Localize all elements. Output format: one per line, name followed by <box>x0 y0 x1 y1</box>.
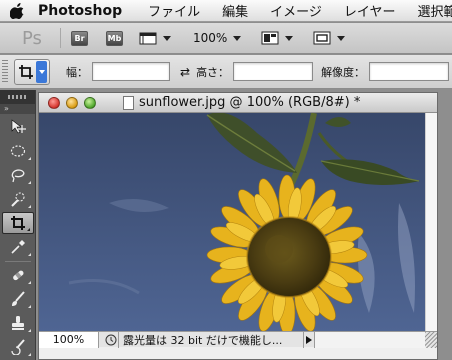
tool-preset-picker[interactable] <box>14 58 50 85</box>
width-input[interactable] <box>92 62 170 81</box>
brush-icon <box>11 291 25 306</box>
spot-healing-tool[interactable] <box>2 264 34 286</box>
height-input[interactable] <box>233 62 314 81</box>
crop-icon <box>10 216 25 230</box>
options-bar: 幅： ⇄ 高さ： 解像度： <box>0 55 452 89</box>
close-window-button[interactable] <box>48 96 60 109</box>
eyedropper-icon <box>10 240 25 254</box>
move-icon <box>11 119 26 134</box>
status-bar: 100% 露光量は 32 bit だけで機能し... <box>39 331 437 348</box>
tools-panel-header[interactable] <box>0 90 35 104</box>
document-title: sunflower.jpg @ 100% (RGB/8#) * <box>139 95 361 110</box>
chevron-down-icon <box>337 35 346 41</box>
lasso-icon <box>11 169 24 183</box>
resize-handle[interactable] <box>425 331 437 348</box>
collapse-panel-icon[interactable]: » <box>0 104 35 114</box>
eyedropper-tool[interactable] <box>2 236 34 258</box>
document-title-bar[interactable]: sunflower.jpg @ 100% (RGB/8#) * <box>39 93 437 113</box>
minimize-window-button[interactable] <box>66 96 78 109</box>
status-zoom-field[interactable]: 100% <box>39 331 99 348</box>
screen-mode-dropdown[interactable] <box>313 31 346 45</box>
view-extras-dropdown[interactable] <box>139 31 171 45</box>
history-brush-tool[interactable] <box>2 336 34 358</box>
chevron-down-icon <box>163 35 171 41</box>
resolution-input[interactable] <box>369 62 450 81</box>
crop-tool[interactable] <box>1 212 34 234</box>
chevron-down-icon <box>233 35 242 41</box>
swap-dimensions-icon[interactable]: ⇄ <box>180 65 190 79</box>
vertical-scrollbar[interactable] <box>425 113 437 331</box>
apple-icon[interactable] <box>10 2 24 19</box>
application-bar: Ps Br Mb 100% <box>0 23 452 54</box>
status-menu-button[interactable] <box>303 331 315 348</box>
elliptical-marquee-icon <box>10 145 25 157</box>
document-icon <box>123 96 134 110</box>
clone-stamp-tool[interactable] <box>2 312 34 334</box>
brush-tool[interactable] <box>2 288 34 310</box>
exposure-clock-icon <box>103 331 119 348</box>
tools-panel: » <box>0 90 36 360</box>
separator <box>60 28 61 48</box>
image-canvas[interactable] <box>39 113 425 331</box>
resolution-label: 解像度： <box>321 65 366 79</box>
launch-minibridge-button[interactable]: Mb <box>106 30 123 46</box>
ps-logo: Ps <box>22 27 42 49</box>
bandage-icon <box>12 270 24 281</box>
view-extras-icon <box>139 32 157 45</box>
options-bar-grip[interactable] <box>2 59 8 84</box>
menu-image[interactable]: イメージ <box>270 1 322 20</box>
quick-selection-tool[interactable] <box>2 188 34 210</box>
quick-selection-icon <box>10 192 25 207</box>
launch-bridge-button[interactable]: Br <box>71 30 88 46</box>
stamp-icon <box>11 316 24 330</box>
menu-edit[interactable]: 編集 <box>222 1 248 20</box>
horizontal-scrollbar[interactable] <box>315 331 425 348</box>
menu-app-name[interactable]: Photoshop <box>38 3 122 19</box>
arrange-documents-icon <box>261 31 279 45</box>
menu-bar: Photoshop ファイル 編集 イメージ レイヤー 選択範 <box>0 0 452 22</box>
move-tool[interactable] <box>2 116 34 138</box>
crop-icon <box>19 64 33 79</box>
history-brush-icon <box>10 339 25 355</box>
zoom-level: 100% <box>193 31 228 45</box>
zoom-window-button[interactable] <box>84 96 96 109</box>
height-label: 高さ： <box>196 65 230 79</box>
lasso-tool[interactable] <box>2 164 34 186</box>
status-message: 露光量は 32 bit だけで機能し... <box>123 333 283 347</box>
chevron-down-icon <box>285 35 294 41</box>
sunflower-photo <box>39 113 425 331</box>
chevron-down-icon <box>36 60 47 83</box>
screen-mode-icon <box>313 31 331 45</box>
document-window: sunflower.jpg @ 100% (RGB/8#) * 100% 露光量… <box>38 92 438 360</box>
zoom-level-dropdown[interactable]: 100% <box>193 31 242 45</box>
tools-separator <box>4 261 31 262</box>
arrange-documents-dropdown[interactable] <box>261 31 294 45</box>
menu-select[interactable]: 選択範 <box>418 1 452 20</box>
marquee-tool[interactable] <box>2 140 34 162</box>
menu-file[interactable]: ファイル <box>148 1 200 20</box>
menu-layer[interactable]: レイヤー <box>344 1 396 20</box>
width-label: 幅： <box>66 65 88 79</box>
